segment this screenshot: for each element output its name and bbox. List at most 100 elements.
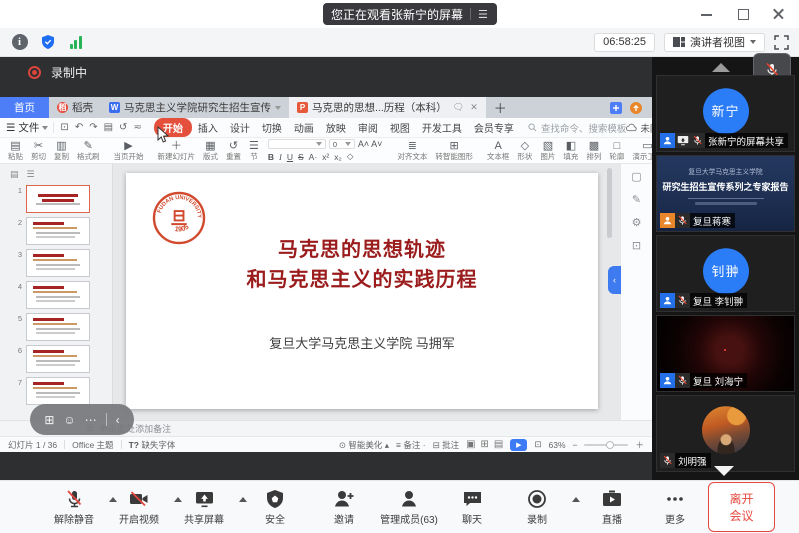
format-A·-button[interactable]: A· (309, 152, 318, 162)
wps-ppt-doc-tab[interactable]: P 马克思的思想...历程（本科） 🗨 ✕ (289, 97, 486, 118)
close-icon[interactable] (773, 8, 785, 20)
menu-tab-设计[interactable]: 设计 (224, 119, 256, 136)
menu-tab-视图[interactable]: 视图 (384, 119, 416, 136)
collapse-up-icon[interactable] (712, 63, 730, 72)
new-doc-tab-button[interactable]: ＋ (486, 97, 515, 118)
security-shield-icon[interactable] (38, 33, 57, 52)
quick-access-icon[interactable]: ▤ (104, 122, 113, 133)
zoom-out-button[interactable]: − (573, 440, 578, 450)
zoom-slider[interactable] (584, 444, 628, 446)
wps-word-doc-tab[interactable]: W 马克思主义学院研究生招生宣传 (101, 97, 289, 118)
menu-tab-动画[interactable]: 动画 (288, 119, 320, 136)
participant-tile-screen-share[interactable]: 新宁 张新宁的屏幕共享 (656, 75, 795, 152)
participant-tile-video[interactable]: 复旦大学马克思主义学院 研究生招生宣传系列之专家报告 复旦蒋寒 (656, 155, 795, 232)
record-options-caret[interactable] (572, 497, 580, 502)
theme-name[interactable]: Office 主题 (72, 439, 113, 451)
outline-view-icon[interactable]: ☰ (27, 169, 35, 180)
quick-access-icon[interactable]: ↶ (75, 122, 83, 133)
menu-tab-切换[interactable]: 切换 (256, 119, 288, 136)
ribbon-轮廓-button[interactable]: □轮廓 (605, 140, 628, 161)
quick-access-icon[interactable]: ↺ (119, 122, 127, 133)
ribbon-排列-button[interactable]: ▩排列 (582, 140, 605, 161)
view-switch-icon-2[interactable]: ▤ (494, 439, 503, 450)
collapse-left-icon[interactable]: ‹ (116, 413, 120, 427)
unmute-button[interactable]: 解除静音 (52, 489, 96, 526)
zoom-slider-knob[interactable] (606, 441, 614, 449)
ribbon-剪切-button[interactable]: ✂剪切 (27, 140, 50, 161)
mic-options-caret[interactable] (109, 497, 117, 502)
ribbon-转智能图形-button[interactable]: ⊞转智能图形 (431, 140, 477, 161)
view-switch-icon-1[interactable]: ⊞ (481, 439, 489, 450)
menu-tab-放映[interactable]: 放映 (320, 119, 352, 136)
ribbon-对齐文本-button[interactable]: ≣对齐文本 (393, 140, 431, 161)
slides-view-icon[interactable]: ▤ (10, 169, 19, 180)
format-x²-button[interactable]: x² (322, 152, 329, 162)
panel-strip-icon[interactable]: ✎ (632, 193, 641, 206)
wps-docer-tab[interactable]: 稻 稻壳 (49, 97, 101, 118)
ribbon-当页开始-button[interactable]: ▶当页开始 (110, 140, 148, 161)
expand-panel-tab[interactable]: ‹ (608, 266, 621, 294)
chat-button[interactable]: 聊天 (450, 489, 494, 526)
more-dots-icon[interactable]: ⋯ (85, 413, 97, 427)
watching-screen-banner[interactable]: 您正在观看张新宁的屏幕 ☰ (323, 3, 497, 25)
fit-slide-icon[interactable]: ⊡ (534, 439, 541, 450)
ribbon-节-button[interactable]: ☰节 (245, 140, 263, 161)
share-options-caret[interactable] (239, 497, 247, 502)
quick-access-icon[interactable]: ≂ (133, 122, 141, 133)
ribbon-粘贴-button[interactable]: ▤粘贴 (4, 140, 27, 161)
collapse-down-icon[interactable] (714, 466, 734, 476)
ribbon-重置-button[interactable]: ↺重置 (222, 140, 245, 161)
slide-thumbnail-1[interactable] (26, 185, 90, 213)
participant-tile-avatar[interactable]: 钊翀 复旦 李钊翀 (656, 235, 795, 312)
font-name-combo[interactable] (268, 139, 326, 149)
editor-scrollbar[interactable] (607, 168, 612, 238)
format-◇-button[interactable]: ◇ (347, 151, 354, 162)
slide-canvas[interactable]: FUDAN UNIVERSITY 1905 旦 马克思的思想轨迹 和马克思主义的… (126, 173, 598, 409)
live-stream-button[interactable]: 直播 (590, 489, 634, 526)
format-I-button[interactable]: I (279, 152, 282, 162)
slide-thumbnail-7[interactable] (26, 377, 90, 405)
slide-thumbnail-6[interactable] (26, 345, 90, 373)
record-button[interactable]: 录制 (515, 489, 559, 526)
view-mode-selector[interactable]: 演讲者视图 (664, 33, 765, 52)
ribbon-复制-button[interactable]: ▥复制 (50, 140, 73, 161)
ribbon-格式刷-button[interactable]: ✎格式刷 (73, 140, 104, 161)
banner-menu-icon[interactable]: ☰ (478, 8, 489, 21)
zoom-in-button[interactable]: ＋ (635, 439, 644, 451)
participant-tile-dark-camera[interactable]: 复旦 刘海宁 (656, 315, 795, 392)
fullscreen-icon[interactable] (774, 35, 789, 50)
font-size-combo[interactable]: 0 (329, 139, 355, 149)
video-options-caret[interactable] (174, 497, 182, 502)
invite-button[interactable]: 邀请 (322, 489, 366, 526)
doc-close-icon[interactable]: ✕ (470, 102, 478, 113)
slide-thumbnail-5[interactable] (26, 313, 90, 341)
apps-icon[interactable] (610, 102, 622, 114)
ribbon-形状-button[interactable]: ◇形状 (513, 140, 536, 161)
ribbon-版式-button[interactable]: ▦版式 (199, 140, 222, 161)
slide-thumbnail-4[interactable] (26, 281, 90, 309)
ribbon-演示工具-button[interactable]: ▭演示工具 (628, 140, 652, 161)
ribbon-填充-button[interactable]: ◧填充 (559, 140, 582, 161)
slide-thumbnail-2[interactable] (26, 217, 90, 245)
ribbon-图片-button[interactable]: ▧图片 (536, 140, 559, 161)
upgrade-icon[interactable] (630, 102, 642, 114)
leave-meeting-button[interactable]: 离开会议 (708, 482, 775, 532)
format-x₂-button[interactable]: x₂ (334, 152, 342, 162)
meeting-info-icon[interactable]: i (10, 33, 29, 52)
maximize-icon[interactable] (737, 8, 749, 20)
wps-home-tab[interactable]: 首页 (0, 97, 49, 118)
zoom-level[interactable]: 63% (549, 440, 566, 450)
menu-tab-开发工具[interactable]: 开发工具 (416, 119, 468, 136)
apps-grid-icon[interactable]: ⊞ (44, 413, 54, 427)
ribbon-文本框-button[interactable]: A文本框 (483, 140, 514, 161)
minimize-icon[interactable] (701, 8, 713, 20)
more-button[interactable]: 更多 (653, 489, 697, 526)
doc-comment-icon[interactable]: 🗨 (453, 102, 464, 113)
quick-access-icon[interactable]: ↷ (89, 122, 97, 133)
menu-tab-插入[interactable]: 插入 (192, 119, 224, 136)
file-menu[interactable]: ☰ 文件 (6, 120, 53, 135)
security-button[interactable]: 安全 (253, 489, 297, 526)
slide-thumbnail-3[interactable] (26, 249, 90, 277)
command-search-box[interactable]: 查找命令、搜索模板 (528, 121, 627, 135)
comments-toggle[interactable]: ⊟ 批注 (433, 439, 460, 451)
